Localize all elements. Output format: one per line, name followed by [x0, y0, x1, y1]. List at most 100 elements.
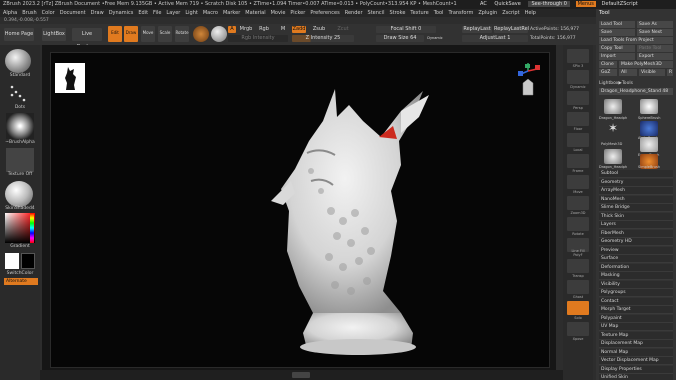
standard-brush-icon[interactable]	[5, 49, 31, 73]
zcut-button[interactable]: Zcut	[336, 26, 350, 33]
default-script-button[interactable]: DefaultZScript	[602, 1, 638, 7]
draw-button[interactable]: Draw	[124, 26, 138, 42]
main-color-swatch[interactable]	[5, 253, 19, 269]
menu-document[interactable]: Document	[60, 10, 86, 16]
tool-visible-button[interactable]: Visible	[639, 69, 665, 76]
scale-button[interactable]: Scale	[158, 26, 172, 42]
right-shelf-persp[interactable]: Persp	[567, 91, 589, 110]
menu-transform[interactable]: Transform	[448, 10, 473, 16]
subpalette-normal-map[interactable]: Normal Map	[599, 348, 673, 357]
menu-preferences[interactable]: Preferences	[310, 10, 339, 16]
subpalette-preview[interactable]: Preview	[599, 246, 673, 255]
menu-layer[interactable]: Layer	[166, 10, 180, 16]
menu-picker[interactable]: Picker	[290, 10, 305, 16]
menu-color[interactable]: Color	[42, 10, 55, 16]
subpalette-contact[interactable]: Contact	[599, 297, 673, 306]
mrgb-button[interactable]: Mrgb	[238, 26, 254, 33]
adjust-last-slider[interactable]: AdjustLast 1	[462, 35, 528, 42]
rgb-button[interactable]: Rgb	[258, 26, 270, 33]
lightbox-tools-link[interactable]: Lightbox▶Tools	[599, 81, 633, 86]
menu-dynamics[interactable]: Dynamics	[109, 10, 134, 16]
menu-texture[interactable]: Texture	[410, 10, 428, 16]
tool-goz-button[interactable]: GoZ	[599, 69, 617, 76]
menu-draw[interactable]: Draw	[91, 10, 104, 16]
tool-thumb-dragon-2[interactable]	[604, 149, 622, 164]
subpalette-slime-bridge[interactable]: Slime Bridge	[599, 204, 673, 212]
tool-export-button[interactable]: Export	[637, 53, 673, 60]
menu-stroke[interactable]: Stroke	[389, 10, 405, 16]
right-shelf-dynamic[interactable]: Dynamic	[567, 70, 589, 89]
menu-render[interactable]: Render	[345, 10, 363, 16]
rgb-intensity-slider[interactable]: Rgb Intensity	[228, 35, 288, 42]
menu-alpha[interactable]: Alpha	[3, 10, 17, 16]
subpalette-polypaint[interactable]: Polypaint	[599, 314, 673, 323]
subpalette-thick-skin[interactable]: Thick Skin	[599, 212, 673, 221]
tool-make-polymesh3d-button[interactable]: Make PolyMesh3D	[619, 61, 673, 68]
right-shelf-rotate[interactable]: Rotate	[567, 217, 589, 236]
ac-button[interactable]: AC	[480, 1, 487, 7]
menu-zplugin[interactable]: Zplugin	[478, 10, 497, 16]
live-boolean-button[interactable]: Live Boolean	[72, 28, 102, 50]
lightbox-button[interactable]: LightBox	[42, 28, 66, 41]
a-button[interactable]: A	[228, 26, 236, 33]
move-button[interactable]: Move	[141, 26, 155, 42]
secondary-color-swatch[interactable]	[21, 253, 35, 269]
viewport[interactable]	[50, 52, 550, 368]
home-page-button[interactable]: Home Page	[4, 28, 34, 41]
menu-zscript[interactable]: Zscript	[502, 10, 519, 16]
menu-marker[interactable]: Marker	[223, 10, 240, 16]
menu-brush[interactable]: Brush	[22, 10, 36, 16]
material-sphere-icon[interactable]	[193, 26, 209, 42]
subpalette-geometry-hd[interactable]: Geometry HD	[599, 238, 673, 246]
brush-preview-icon[interactable]	[211, 26, 227, 42]
draw-size-slider[interactable]: Draw Size 64	[376, 35, 424, 42]
replay-last-rel-button[interactable]: ReplayLastRel	[494, 26, 529, 33]
edit-button[interactable]: Edit	[108, 26, 122, 42]
menu-help[interactable]: Help	[525, 10, 536, 16]
tool-save-button[interactable]: Save	[599, 29, 635, 36]
subpalette-deformation[interactable]: Deformation	[599, 263, 673, 272]
subpalette-displacement-map[interactable]: Displacement Map	[599, 340, 673, 348]
tool-thumb-eraser[interactable]	[640, 137, 658, 152]
right-shelf-spix-3[interactable]: SPix 3	[567, 49, 589, 68]
seethrough-slider[interactable]: See-through 0	[528, 1, 570, 7]
polymesh-star-icon[interactable]: ✶	[604, 121, 622, 136]
dynamic-button[interactable]: Dynamic	[426, 35, 444, 42]
navigator-thumbnail[interactable]	[55, 63, 85, 93]
right-shelf-line-fill-polyf[interactable]: Line Fill PolyF	[567, 238, 589, 257]
subpalette-unified-skin[interactable]: Unified Skin	[599, 374, 673, 380]
right-shelf-ghost[interactable]: Ghost	[567, 280, 589, 299]
menus-button[interactable]: Menus	[575, 1, 596, 7]
right-shelf-xpose[interactable]: Xpose	[567, 322, 589, 341]
zadd-button[interactable]: Zadd	[292, 26, 306, 33]
right-shelf-zoom3d[interactable]: Zoom3D	[567, 196, 589, 215]
dragon-sculpt-model[interactable]	[251, 81, 441, 363]
rotate-button[interactable]: Rotate	[175, 26, 189, 42]
tool-load-tool-button[interactable]: Load Tool	[599, 21, 635, 28]
subpalette-texture-map[interactable]: Texture Map	[599, 331, 673, 340]
texture-icon[interactable]	[6, 148, 34, 172]
subpalette-display-properties[interactable]: Display Properties	[599, 365, 673, 374]
menu-material[interactable]: Material	[245, 10, 265, 16]
z-intensity-slider[interactable]: Z Intensity 25	[292, 35, 354, 42]
tool-save-next-button[interactable]: Save Next	[637, 29, 673, 36]
tool-thumb-dragon[interactable]	[604, 99, 622, 114]
axis-gizmo-icon[interactable]	[513, 61, 543, 101]
subpalette-polygroups[interactable]: Polygroups	[599, 289, 673, 297]
subpalette-geometry[interactable]: Geometry	[599, 178, 673, 187]
right-shelf-move[interactable]: Move	[567, 175, 589, 194]
menu-stencil[interactable]: Stencil	[368, 10, 385, 16]
menu-tool[interactable]: Tool	[434, 10, 444, 16]
subpalette-nanomesh[interactable]: NanoMesh	[599, 195, 673, 204]
material-icon[interactable]	[5, 181, 33, 207]
tool-import-button[interactable]: Import	[599, 53, 635, 60]
switch-color-button[interactable]: SwitchColor	[0, 271, 40, 276]
subpalette-arraymesh[interactable]: ArrayMesh	[599, 187, 673, 195]
current-tool-slider[interactable]: Dragon_Headphone_Stand 48	[599, 88, 673, 95]
subpalette-vector-displacement-map[interactable]: Vector Displacement Map	[599, 357, 673, 365]
subpalette-uv-map[interactable]: UV Map	[599, 323, 673, 331]
quicksave-button[interactable]: QuickSave	[494, 1, 520, 7]
tool-copy-tool-button[interactable]: Copy Tool	[599, 45, 635, 52]
tool-clone-button[interactable]: Clone	[599, 61, 617, 68]
tool-thumb-alpha[interactable]	[640, 121, 658, 136]
